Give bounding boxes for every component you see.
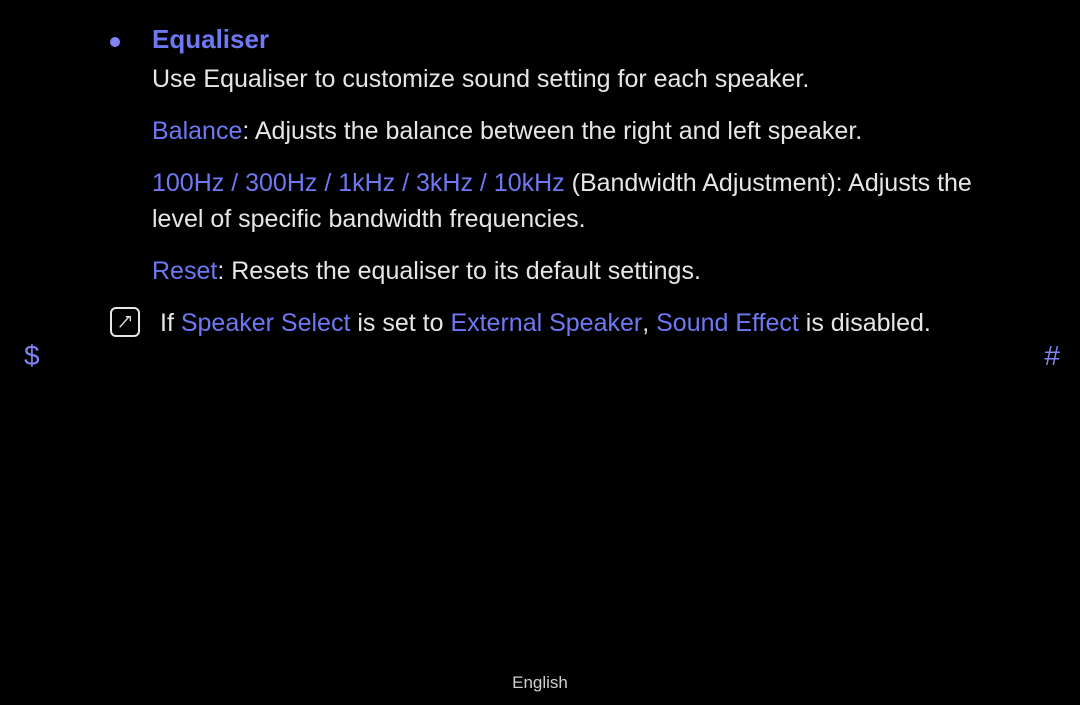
bandwidth-label: 100Hz / 300Hz / 1kHz / 3kHz / 10kHz: [152, 169, 565, 197]
footer-language: English: [0, 673, 1080, 693]
note-icon: [110, 307, 140, 337]
note-mid1: is set to: [350, 309, 450, 337]
bandwidth-paragraph: 100Hz / 300Hz / 1kHz / 3kHz / 10kHz (Ban…: [152, 165, 1030, 237]
note-term-sound-effect: Sound Effect: [656, 309, 799, 337]
bullet-icon: [110, 37, 120, 47]
note-row: If Speaker Select is set to External Spe…: [110, 305, 1030, 341]
note-end: is disabled.: [799, 309, 931, 337]
note-if: If: [160, 309, 181, 337]
balance-label: Balance: [152, 117, 242, 145]
nav-prev[interactable]: $: [24, 340, 40, 372]
intro-text: Use Equaliser to customize sound setting…: [152, 61, 1030, 97]
reset-paragraph: Reset: Resets the equaliser to its defau…: [152, 253, 1030, 289]
paragraph-block: Use Equaliser to customize sound setting…: [152, 61, 1030, 289]
balance-text: : Adjusts the balance between the right …: [242, 117, 862, 145]
note-text: If Speaker Select is set to External Spe…: [160, 305, 931, 341]
reset-label: Reset: [152, 257, 217, 285]
balance-paragraph: Balance: Adjusts the balance between the…: [152, 113, 1030, 149]
content-area: Equaliser Use Equaliser to customize sou…: [110, 24, 1030, 341]
note-term-speaker-select: Speaker Select: [181, 309, 351, 337]
note-comma: ,: [642, 309, 656, 337]
nav-next[interactable]: #: [1044, 340, 1060, 372]
note-term-external-speaker: External Speaker: [450, 309, 642, 337]
heading-row: Equaliser: [110, 24, 1030, 55]
reset-text: : Resets the equaliser to its default se…: [217, 257, 701, 285]
section-title: Equaliser: [152, 24, 269, 55]
